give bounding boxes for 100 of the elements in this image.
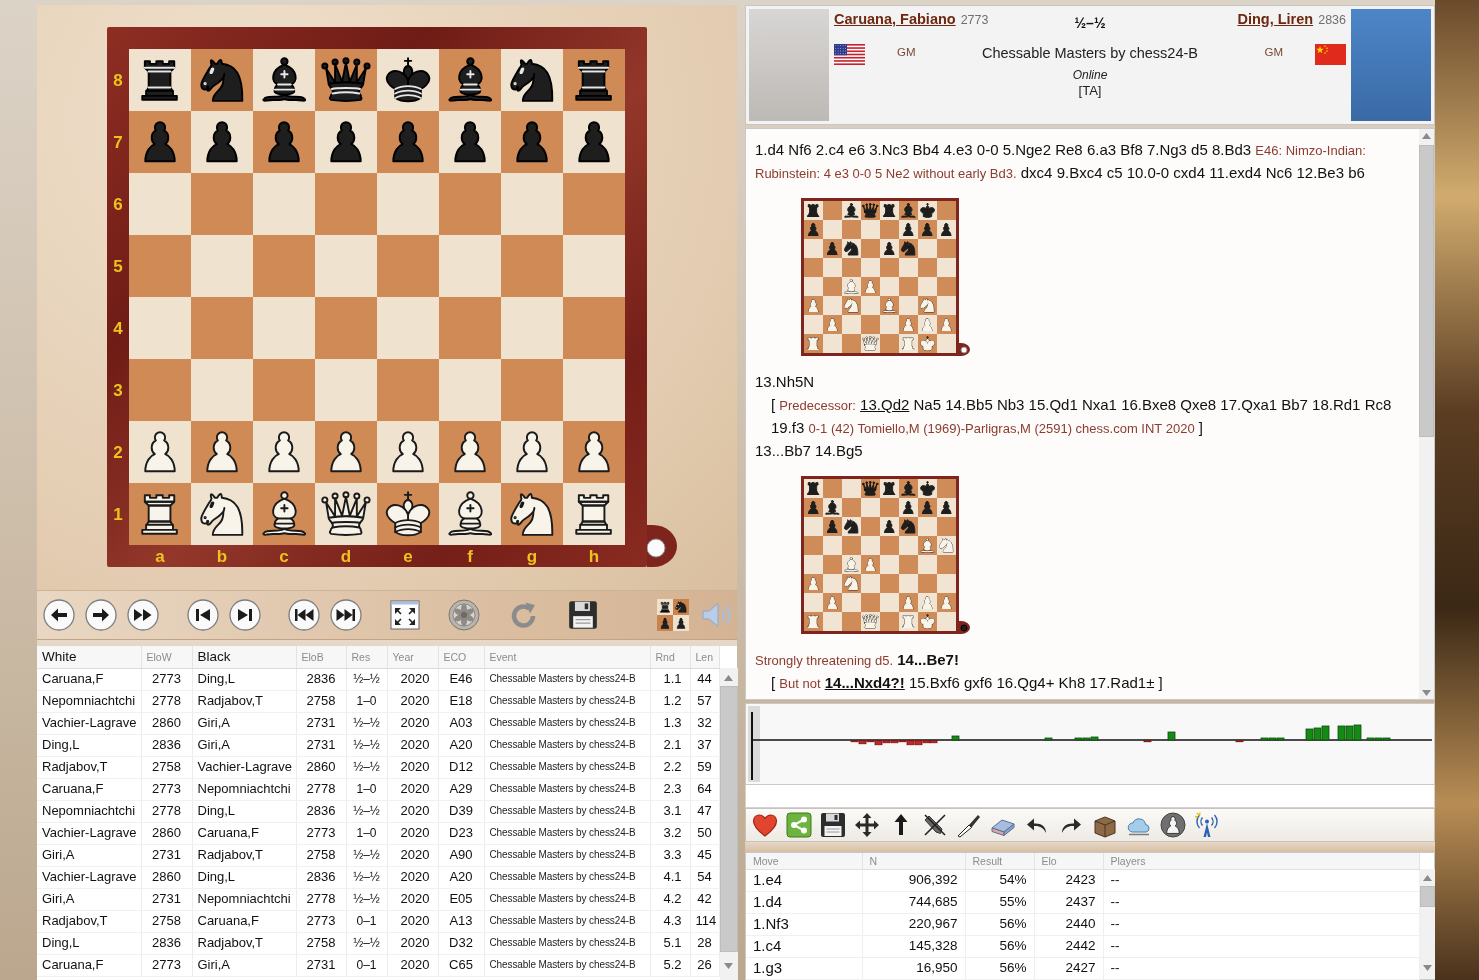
table-cell[interactable]: 1.e4: [746, 869, 862, 891]
chessboard[interactable]: [129, 49, 625, 545]
variation-bracket: [: [771, 674, 776, 691]
table-cell[interactable]: 1.d4: [746, 891, 862, 913]
rook-icon[interactable]: [141, 59, 179, 101]
pawn-icon[interactable]: [516, 121, 548, 163]
table-cell: 2758: [296, 844, 346, 866]
crossed-pen-icon[interactable]: [922, 812, 948, 838]
pawn-disc-icon[interactable]: [1160, 812, 1186, 838]
bishop-icon[interactable]: [261, 491, 307, 537]
table-cell: 1.2: [650, 690, 690, 712]
pawn-icon[interactable]: [330, 431, 362, 473]
fan-icon[interactable]: [448, 599, 480, 631]
table-cell: 56%: [965, 957, 1034, 979]
pawn-icon[interactable]: [454, 431, 486, 473]
pawn-icon[interactable]: [516, 431, 548, 473]
table-cell: 2758: [296, 932, 346, 954]
table-cell: Nepomniachtchi: [37, 690, 141, 712]
position-cursor[interactable]: [748, 706, 760, 782]
table-cell: Radjabov,T: [37, 756, 141, 778]
table-cell: 114: [690, 910, 719, 932]
file-label: g: [526, 546, 538, 566]
pawn-icon[interactable]: [578, 431, 610, 473]
pawn-icon[interactable]: [206, 431, 238, 473]
pawn-icon[interactable]: [268, 121, 300, 163]
event-site: Online: [1072, 67, 1108, 83]
move-link[interactable]: 14...Nxd4?!: [824, 674, 905, 691]
scroll-up-icon[interactable]: [1422, 133, 1431, 139]
board-pieces-icon[interactable]: [657, 599, 689, 631]
table-cell: 57: [690, 690, 719, 712]
pawn-icon[interactable]: [144, 431, 176, 473]
move-text[interactable]: dxc4 9.Bxc4 c5 10.0-0 cxd4 11.exd4 Nc6 12.Be3 b6: [1020, 164, 1365, 181]
pawn-icon[interactable]: [392, 431, 424, 473]
scroll-down-icon[interactable]: [1422, 690, 1431, 696]
pawn-icon[interactable]: [268, 431, 300, 473]
share-icon[interactable]: [786, 812, 812, 838]
knight-icon[interactable]: [199, 491, 245, 537]
player-name[interactable]: Ding, Liren: [1237, 9, 1314, 29]
skip-back-icon[interactable]: [187, 599, 219, 631]
table-cell: Giri,A: [192, 734, 296, 756]
table-cell: Chessable Masters by chess24-B: [484, 844, 650, 866]
table-cell: 2423: [1034, 869, 1103, 891]
table-cell[interactable]: 1.Nf3: [746, 913, 862, 935]
eval-bar: [1167, 731, 1176, 741]
move-text[interactable]: Na5 14.Bb5 Nb3 15.Qd1 Nxa1 16.Bxe8 Qxe8 17.Qxa1 Bb7 18.Rd1 Rc8: [913, 396, 1392, 413]
queen-icon[interactable]: [321, 57, 371, 103]
table-cell[interactable]: 1.c4: [746, 935, 862, 957]
king-icon[interactable]: [384, 490, 432, 538]
scroll-down-icon[interactable]: [1422, 965, 1432, 971]
move-text[interactable]: 13.Nh5N: [755, 373, 815, 390]
queen-icon[interactable]: [321, 491, 371, 537]
pawn-icon[interactable]: [392, 121, 424, 163]
scrollbar-thumb[interactable]: [1419, 145, 1434, 437]
rook-icon[interactable]: [575, 59, 613, 101]
table-cell: 2758: [296, 690, 346, 712]
skip-to-end-icon[interactable]: [330, 599, 362, 631]
player-name[interactable]: Caruana, Fabiano: [834, 9, 956, 29]
scrollbar-track[interactable]: [1419, 129, 1434, 699]
table-cell: 55%: [965, 891, 1034, 913]
table-cell: Chessable Masters by chess24-B: [484, 778, 650, 800]
king-icon[interactable]: [384, 56, 432, 104]
move-text[interactable]: 13...Bb7 14.Bg5: [755, 442, 863, 459]
column-header[interactable]: White: [37, 646, 141, 668]
rook-icon[interactable]: [575, 493, 613, 535]
game-result: ½–½: [1074, 14, 1106, 33]
heart-icon[interactable]: [752, 812, 778, 838]
table-cell: Vachier-Lagrave: [37, 712, 141, 734]
move-text[interactable]: 1.d4 Nf6 2.c4 e6 3.Nc3 Bb4 4.e3 0-0 5.Nge2 Re8 6.a3 Bf8 7.Ng3 d5 8.Bd3: [755, 141, 1252, 158]
move-link[interactable]: 13.Qd2: [860, 396, 910, 413]
scroll-up-icon[interactable]: [1422, 875, 1432, 881]
skip-to-start-icon[interactable]: [288, 599, 320, 631]
table-cell: 2778: [141, 690, 192, 712]
scalpel-icon[interactable]: [956, 812, 982, 838]
rook-icon[interactable]: [141, 493, 179, 535]
move-text[interactable]: 15.Bxf6 gxf6 16.Qg4+ Kh8 17.Rad1±: [908, 674, 1155, 691]
bishop-icon[interactable]: [447, 57, 493, 103]
pawn-icon[interactable]: [330, 121, 362, 163]
move-text[interactable]: 19.f3: [771, 419, 805, 436]
fast-forward-icon[interactable]: [127, 599, 159, 631]
pawn-icon[interactable]: [578, 121, 610, 163]
move-text[interactable]: 14...Be7!: [897, 651, 959, 668]
bishop-icon[interactable]: [261, 57, 307, 103]
column-header[interactable]: Black: [192, 646, 296, 668]
pawn-icon[interactable]: [454, 121, 486, 163]
table-cell: Caruana,F: [192, 910, 296, 932]
pawn-icon[interactable]: [206, 121, 238, 163]
comment-text: 0-1 (42) Tomiello,M (1969)-Parligras,M (2591) chess.com INT 2020: [808, 421, 1195, 436]
table-cell: 32: [690, 712, 719, 734]
antenna-icon[interactable]: [1194, 812, 1220, 838]
knight-icon[interactable]: [509, 491, 555, 537]
skip-forward-icon[interactable]: [229, 599, 261, 631]
fullscreen-icon[interactable]: [390, 600, 420, 630]
bishop-icon[interactable]: [447, 491, 493, 537]
scroll-down-icon[interactable]: [724, 963, 733, 969]
scroll-up-icon[interactable]: [724, 675, 733, 681]
knight-icon[interactable]: [199, 57, 245, 103]
table-cell[interactable]: 1.g3: [746, 957, 862, 979]
knight-icon[interactable]: [509, 57, 555, 103]
four-way-arrow-icon[interactable]: [854, 812, 880, 838]
pawn-icon[interactable]: [144, 121, 176, 163]
